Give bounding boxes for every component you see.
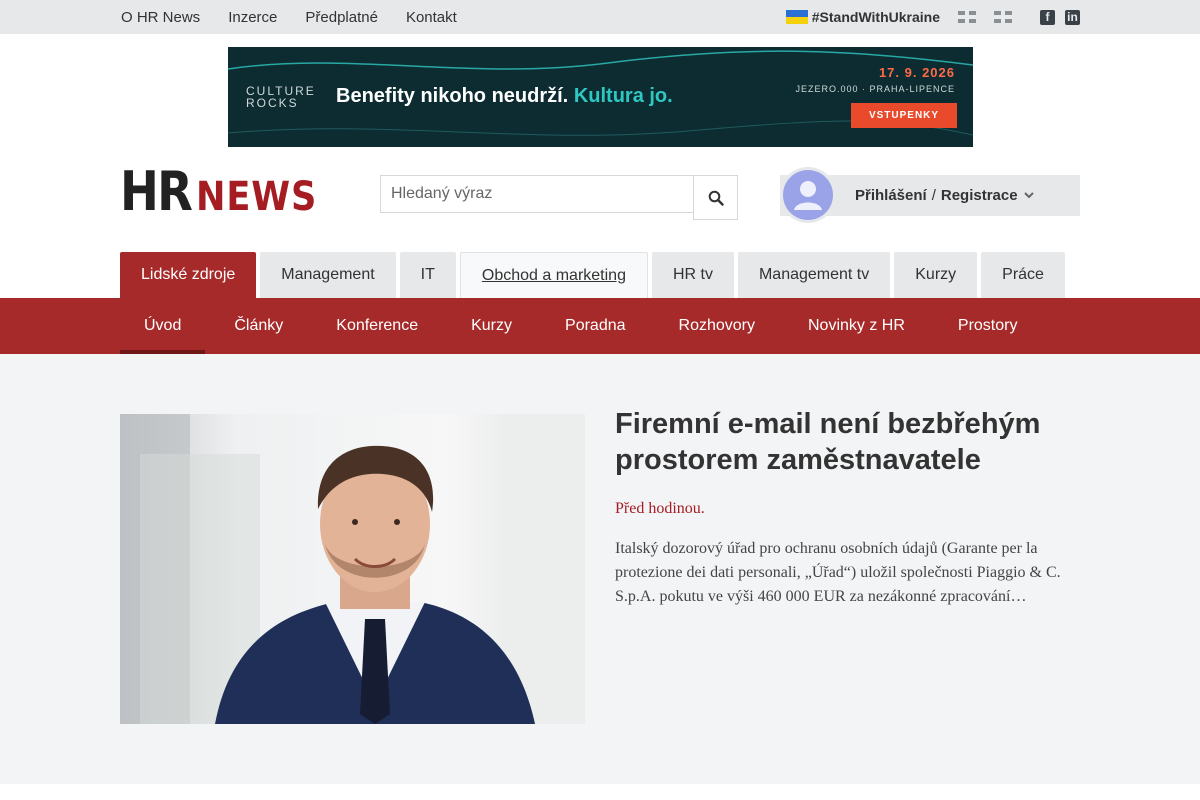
subnav-item-uvod[interactable]: Úvod [120,298,206,354]
register-link[interactable]: Registrace [941,187,1018,204]
topnav-link-contact[interactable]: Kontakt [406,9,457,26]
top-navigation: O HR News Inzerce Předplatné Kontakt [121,0,485,34]
tab-it[interactable]: IT [399,252,456,298]
facebook-icon[interactable]: f [1040,9,1055,25]
avatar[interactable] [780,167,836,223]
banner-venue: JEZERO.000 · PRAHA-LIPENCE [795,84,955,94]
search-input[interactable] [380,175,694,213]
subnav-item-kurzy[interactable]: Kurzy [447,298,536,354]
subnav-item-konference[interactable]: Konference [312,298,442,354]
user-icon [783,170,833,220]
sub-navigation: Úvod Články Konference Kurzy Poradna Roz… [120,298,1046,354]
tab-kurzy[interactable]: Kurzy [894,252,978,298]
english-flag-icon[interactable] [958,11,976,23]
tab-management-tv[interactable]: Management tv [737,252,891,298]
stand-with-ukraine-link[interactable]: #StandWithUkraine [812,9,940,25]
topnav-link-ads[interactable]: Inzerce [228,9,277,26]
subnav-item-poradna[interactable]: Poradna [541,298,650,354]
article-title[interactable]: Firemní e-mail není bezbřehým prostorem … [615,406,1080,478]
banner-brand: CULTURE ROCKS [246,84,316,110]
topnav-link-about[interactable]: O HR News [121,9,200,26]
topnav-link-subscription[interactable]: Předplatné [305,9,378,26]
tab-lidske-zdroje[interactable]: Lidské zdroje [120,252,257,298]
search-form [380,175,738,220]
article-lead: Italský dozorový úřad pro ochranu osobní… [615,540,1061,605]
tab-obchod-a-marketing[interactable]: Obchod a marketing [459,252,648,298]
subnav-item-novinky-z-hr[interactable]: Novinky z HR [784,298,929,354]
subnav-item-rozhovory[interactable]: Rozhovory [655,298,779,354]
banner-date: 17. 9. 2026 [878,65,955,80]
subnav-item-prostory[interactable]: Prostory [934,298,1042,354]
site-logo[interactable]: HR NEWS [120,165,334,219]
section-tabs: Lidské zdroje Management IT Obchod a mar… [120,252,1069,298]
advertisement-banner[interactable]: CULTURE ROCKS Benefity nikoho neudrží. K… [228,47,973,147]
article-timestamp: Před hodinou. [615,500,705,517]
article-photo[interactable] [120,414,585,724]
tab-hr-tv[interactable]: HR tv [651,252,734,298]
tab-prace[interactable]: Práce [981,252,1065,298]
ukraine-flag-icon [785,10,808,24]
english-flag-icon[interactable] [994,11,1012,23]
chevron-down-icon[interactable] [1023,189,1035,201]
linkedin-icon[interactable]: in [1065,9,1080,25]
banner-tickets-button[interactable]: VSTUPENKY [851,103,957,128]
tab-management[interactable]: Management [260,252,396,298]
banner-headline: Benefity nikoho neudrží. Kultura jo. [336,85,673,107]
search-button[interactable] [693,175,738,220]
login-link[interactable]: Přihlášení [855,187,927,204]
article-photo-image [120,414,585,724]
top-right-links: #StandWithUkraine f in [785,0,1080,34]
account-links: Přihlášení / Registrace [855,187,1018,204]
search-icon [708,190,724,206]
subnav-item-clanky[interactable]: Články [210,298,307,354]
